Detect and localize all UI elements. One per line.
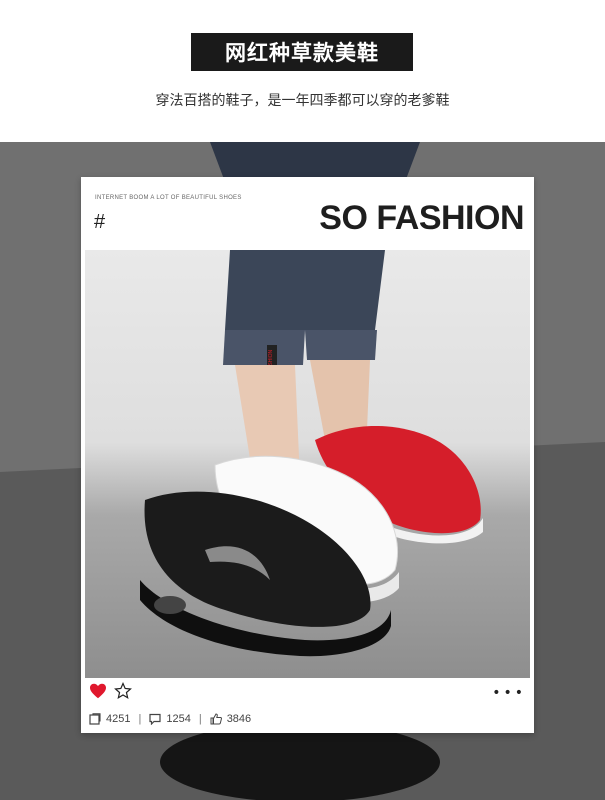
heart-icon[interactable]	[89, 683, 107, 699]
repost-count: 4251	[106, 713, 131, 725]
post-card: INTERNET BOOM A LOT OF BEAUTIFUL SHOES #…	[81, 177, 534, 733]
actions-row: •••	[89, 681, 526, 701]
stats-row: 4251 | 1254 | 3846	[89, 711, 251, 727]
separator: |	[138, 713, 142, 725]
hashtag-symbol: #	[94, 211, 106, 233]
jeans-cuff-right	[305, 330, 377, 360]
product-photo: SOFASHION	[85, 250, 530, 678]
card-caption: INTERNET BOOM A LOT OF BEAUTIFUL SHOES	[95, 195, 242, 201]
air-cushion	[154, 596, 186, 614]
repost-icon	[89, 713, 101, 725]
card-headline: SO FASHION	[319, 199, 524, 237]
star-icon[interactable]	[114, 682, 132, 700]
comment-stat[interactable]: 1254	[149, 713, 191, 725]
thumbs-up-icon	[210, 713, 222, 725]
like-count: 3846	[226, 713, 252, 725]
comment-count: 1254	[166, 713, 191, 725]
jeans	[225, 250, 385, 330]
separator: |	[198, 713, 202, 725]
page-title: 网红种草款美鞋	[191, 33, 413, 71]
jeans-cuff-left	[223, 330, 305, 365]
repost-stat[interactable]: 4251	[89, 713, 130, 725]
comment-icon	[149, 713, 161, 725]
page-subtitle: 穿法百搭的鞋子，是一年四季都可以穿的老爹鞋	[155, 93, 450, 109]
shoes-illustration: SOFASHION	[140, 250, 483, 657]
like-stat[interactable]: 3846	[210, 713, 251, 725]
more-icon[interactable]: •••	[492, 685, 526, 701]
header-band: 网红种草款美鞋 穿法百搭的鞋子，是一年四季都可以穿的老爹鞋	[0, 0, 605, 142]
